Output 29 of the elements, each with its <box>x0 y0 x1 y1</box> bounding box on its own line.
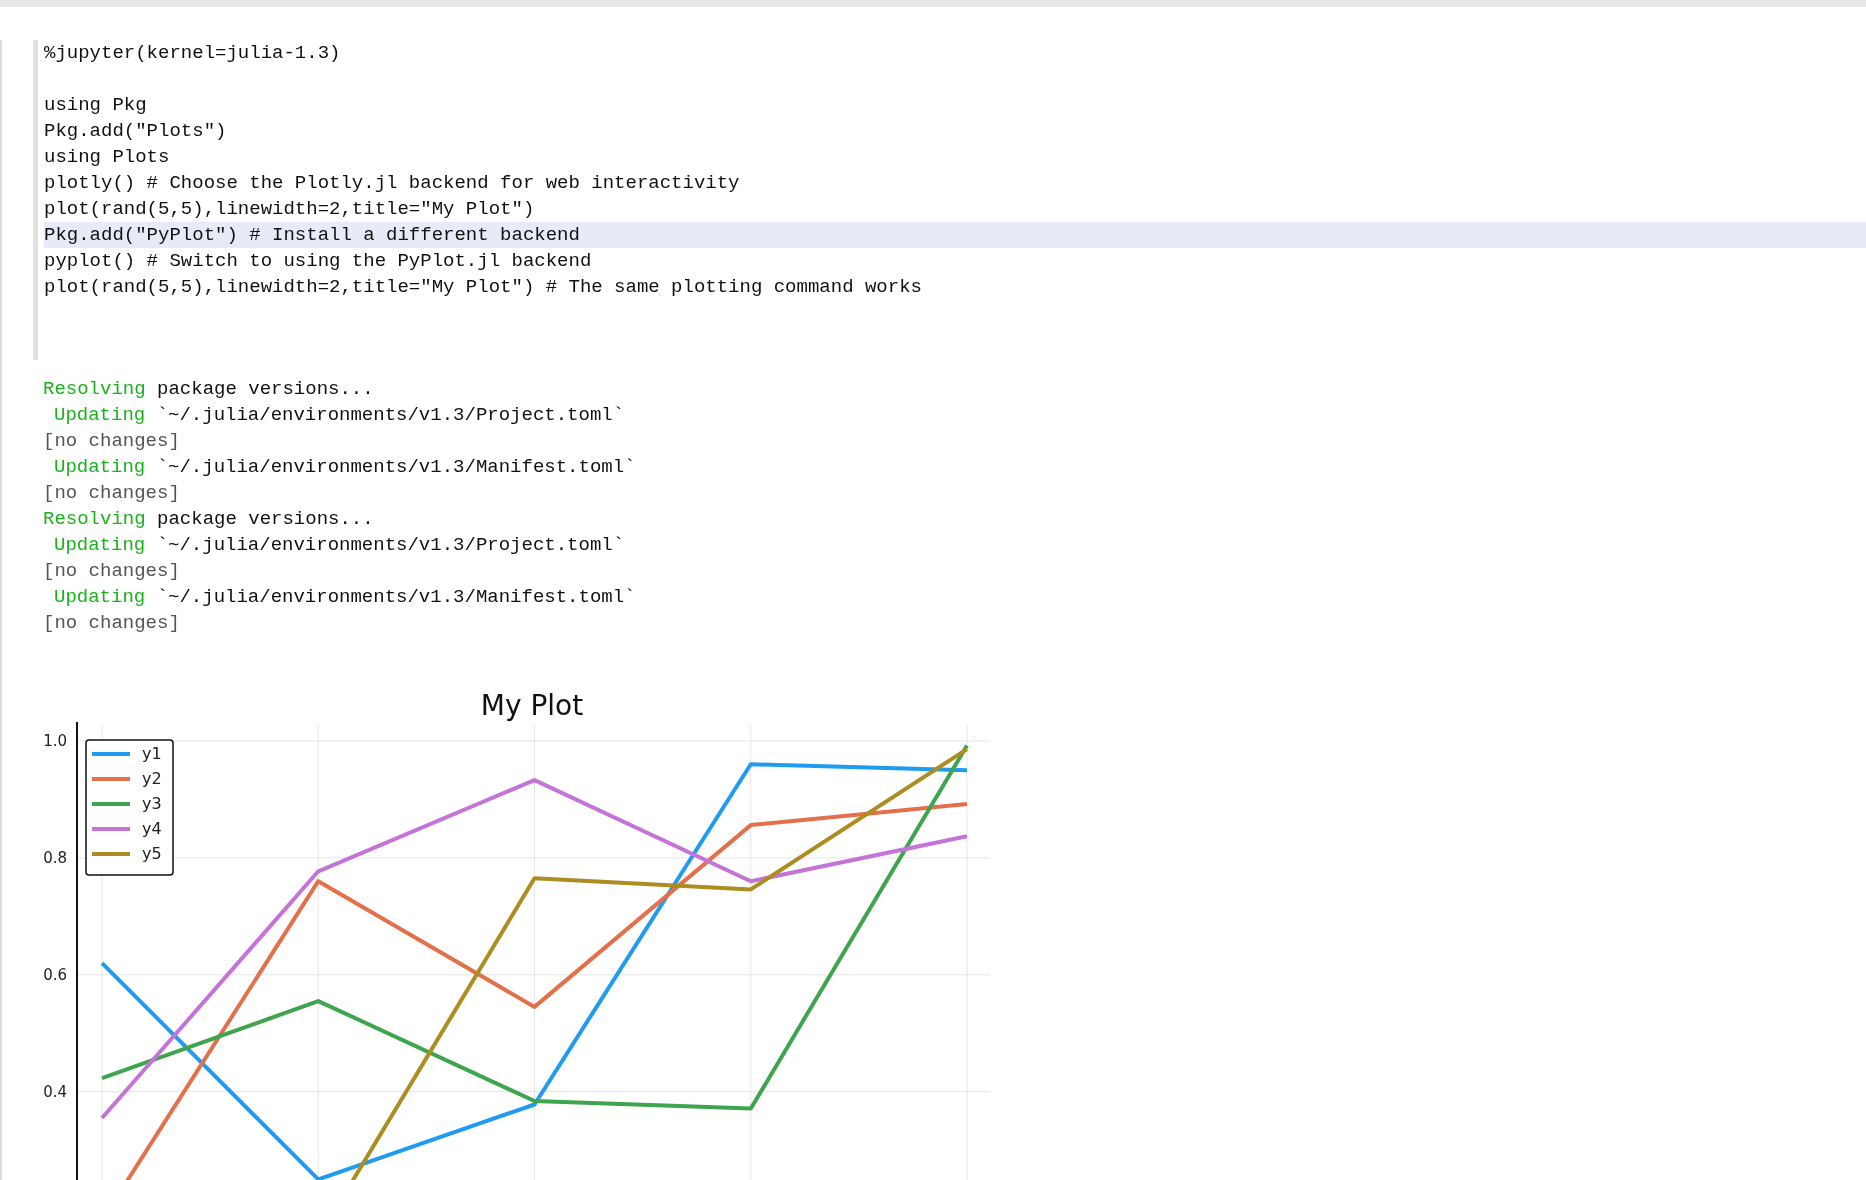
output-line: Updating `~/.julia/environments/v1.3/Project.toml` <box>53 403 626 428</box>
output-line: Resolving package versions... <box>43 377 375 402</box>
legend-label: y5 <box>142 844 162 863</box>
code-line: plotly() # Choose the Plotly.jl backend for web interactivity <box>44 171 741 196</box>
code-line: Pkg.add("Plots") <box>44 119 228 144</box>
output-line: [no changes] <box>43 429 181 454</box>
legend-label: y3 <box>142 794 162 813</box>
code-line: using Plots <box>44 145 171 170</box>
code-line: plot(rand(5,5),linewidth=2,title="My Plot") # The same plotting command works <box>44 275 923 300</box>
code-cell[interactable] <box>33 40 1866 360</box>
legend-label: y1 <box>142 744 162 763</box>
code-line: plot(rand(5,5),linewidth=2,title="My Plot") <box>44 197 536 222</box>
output-line: Resolving package versions... <box>43 507 375 532</box>
output-line: Updating `~/.julia/environments/v1.3/Project.toml` <box>53 533 626 558</box>
output-line: [no changes] <box>43 559 181 584</box>
y-tick-label: 0.8 <box>43 848 67 867</box>
output-line: [no changes] <box>43 481 181 506</box>
code-line: %jupyter(kernel=julia-1.3) <box>44 41 342 66</box>
y-tick-label: 1.0 <box>43 731 67 750</box>
legend-label: y2 <box>142 769 162 788</box>
output-line: [no changes] <box>43 611 181 636</box>
chart-title: My Plot <box>480 689 584 722</box>
code-line: using Pkg <box>44 93 148 118</box>
y-tick-label: 0.6 <box>43 965 67 984</box>
output-line: Updating `~/.julia/environments/v1.3/Manifest.toml` <box>53 585 637 610</box>
legend-label: y4 <box>142 819 162 838</box>
y-tick-label: 0.4 <box>43 1082 67 1101</box>
output-line: Updating `~/.julia/environments/v1.3/Manifest.toml` <box>53 455 637 480</box>
code-line: pyplot() # Switch to using the PyPlot.jl backend <box>44 249 593 274</box>
